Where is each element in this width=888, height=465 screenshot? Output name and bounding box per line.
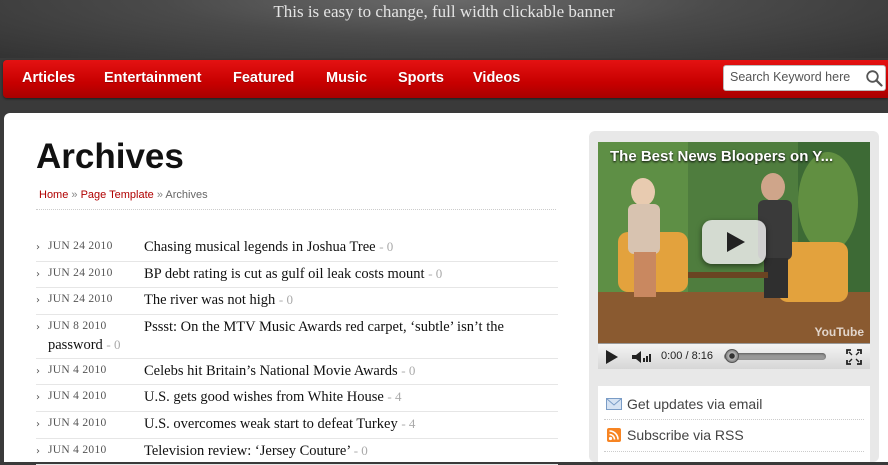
email-subscribe-link[interactable]: Get updates via email (606, 396, 762, 412)
bullet-arrow-icon: › (36, 321, 40, 333)
post-link[interactable]: U.S. gets good wishes from White House (144, 389, 384, 405)
subscribe-divider (604, 451, 864, 452)
banner-text[interactable]: This is easy to change, full width click… (0, 2, 888, 22)
play-overlay-button[interactable] (702, 220, 766, 264)
post-link[interactable]: Television review: ‘Jersey Couture’ (144, 443, 350, 459)
youtube-logo[interactable]: YouTube (814, 325, 864, 339)
comment-count: - 0 (278, 292, 293, 308)
nav-item-sports[interactable]: Sports (398, 70, 444, 86)
breadcrumb: Home » Page Template » Archives (39, 189, 208, 201)
comment-count: - 4 (401, 415, 416, 431)
email-icon (606, 398, 622, 410)
archive-item: › JUN 4 2010 U.S. gets good wishes from … (36, 385, 558, 412)
post-date: JUN 4 2010 (48, 390, 107, 403)
rss-icon (607, 428, 621, 442)
post-link[interactable]: Chasing musical legends in Joshua Tree (144, 239, 376, 255)
nav-item-videos[interactable]: Videos (473, 70, 520, 86)
breadcrumb-divider (36, 209, 556, 210)
comment-count: - 0 (401, 362, 416, 378)
search-box (723, 65, 886, 91)
bullet-arrow-icon: › (36, 392, 40, 404)
archive-item: › JUN 24 2010 BP debt rating is cut as g… (36, 262, 558, 289)
archive-item: › JUN 4 2010 Celebs hit Britain’s Nation… (36, 359, 558, 386)
post-date: JUN 24 2010 (48, 293, 113, 306)
comment-count: - 0 (379, 239, 394, 254)
nav-item-entertainment[interactable]: Entertainment (104, 70, 202, 86)
archive-item: › JUN 4 2010 Television review: ‘Jersey … (36, 439, 558, 465)
archive-item: › JUN 8 2010 Pssst: On the MTV Music Awa… (36, 315, 558, 359)
play-button[interactable] (606, 350, 618, 364)
post-date: JUN 24 2010 (48, 240, 113, 252)
video-time: 0:00 / 8:16 (661, 350, 713, 362)
rss-subscribe-label[interactable]: Subscribe via RSS (627, 427, 744, 443)
video-player[interactable]: The Best News Bloopers on Y... YouTube 0… (598, 142, 870, 369)
header-banner[interactable]: This is easy to change, full width click… (0, 0, 888, 58)
comment-count: - 4 (387, 389, 402, 405)
post-link[interactable]: BP debt rating is cut as gulf oil leak c… (144, 266, 425, 282)
nav-item-music[interactable]: Music (326, 70, 367, 86)
breadcrumb-separator: » (71, 189, 78, 201)
post-date: JUN 24 2010 (48, 266, 113, 279)
play-icon (727, 232, 745, 252)
post-date: JUN 4 2010 (48, 363, 107, 376)
video-title[interactable]: The Best News Bloopers on Y... (610, 148, 860, 165)
bullet-arrow-icon: › (36, 418, 40, 430)
video-progress-bar[interactable] (724, 353, 826, 360)
search-input[interactable] (730, 70, 860, 84)
comment-count: - 0 (428, 265, 443, 281)
breadcrumb-separator: » (156, 189, 163, 201)
post-link[interactable]: U.S. overcomes weak start to defeat Turk… (144, 416, 398, 432)
archive-item: › JUN 24 2010 Chasing musical legends in… (36, 235, 558, 262)
volume-icon[interactable] (631, 350, 653, 364)
video-controls: 0:00 / 8:16 (598, 343, 870, 369)
breadcrumb-current: Archives (165, 189, 208, 201)
email-subscribe-label[interactable]: Get updates via email (627, 396, 762, 412)
bullet-arrow-icon: › (36, 295, 40, 307)
archive-list: › JUN 24 2010 Chasing musical legends in… (36, 235, 558, 465)
post-date: JUN 4 2010 (48, 416, 107, 429)
subscribe-divider (604, 419, 864, 420)
post-link[interactable]: The river was not high (144, 292, 275, 308)
bullet-arrow-icon: › (36, 242, 40, 253)
nav-item-featured[interactable]: Featured (233, 70, 294, 86)
nav-item-articles[interactable]: Articles (22, 70, 75, 86)
rss-subscribe-link[interactable]: Subscribe via RSS (606, 427, 744, 443)
subscribe-widget: Get updates via email Subscribe via RSS (598, 386, 870, 462)
bullet-arrow-icon: › (36, 445, 40, 457)
fullscreen-icon[interactable] (846, 349, 862, 365)
post-link[interactable]: Celebs hit Britain’s National Movie Awar… (144, 363, 398, 379)
post-date: JUN 4 2010 (48, 443, 107, 456)
video-thumbnail[interactable]: The Best News Bloopers on Y... YouTube (598, 142, 870, 343)
comment-count: - 0 (353, 442, 368, 458)
search-icon[interactable] (865, 69, 883, 87)
archive-item: › JUN 24 2010 The river was not high - 0 (36, 288, 558, 315)
bullet-arrow-icon: › (36, 268, 40, 280)
comment-count: - 0 (106, 336, 121, 352)
page-title: Archives (36, 137, 184, 176)
video-scrubber[interactable] (725, 349, 739, 363)
breadcrumb-home-link[interactable]: Home (39, 189, 68, 201)
archive-item: › JUN 4 2010 U.S. overcomes weak start t… (36, 412, 558, 439)
breadcrumb-parent-link[interactable]: Page Template (81, 189, 154, 201)
bullet-arrow-icon: › (36, 365, 40, 377)
